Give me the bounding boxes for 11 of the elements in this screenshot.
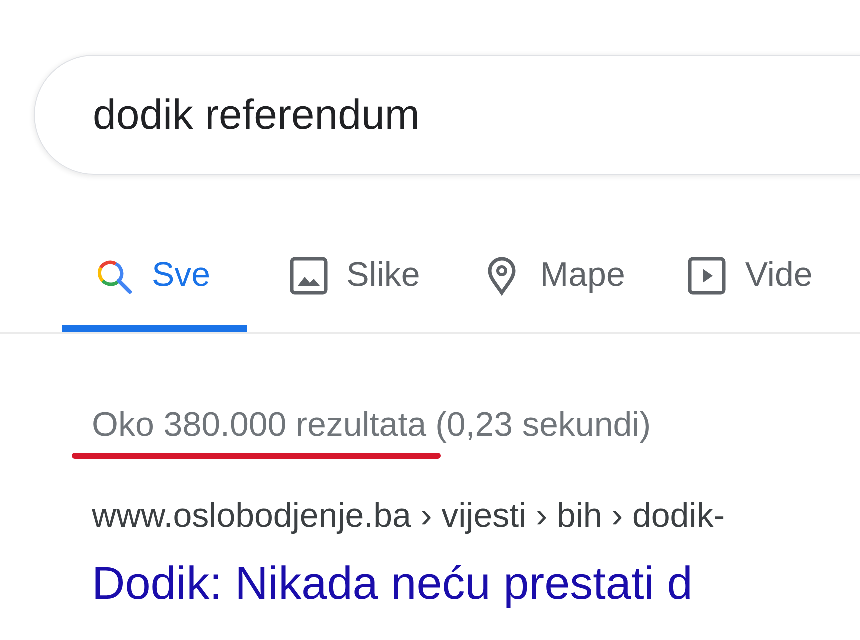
search-tab[interactable]: Slike — [258, 238, 440, 332]
search-tab[interactable]: Mape — [452, 238, 646, 332]
result-title-link[interactable]: Dodik: Nikada neću prestati d — [92, 556, 860, 610]
search-time: (0,23 sekundi) — [436, 406, 652, 445]
search-query: dodik referendum — [93, 91, 420, 139]
image-icon — [288, 256, 329, 296]
search-tab[interactable]: Vide — [657, 238, 833, 332]
result-count: Oko 380.000 rezultata — [92, 406, 427, 444]
search-field[interactable]: dodik referendum — [34, 55, 860, 175]
result-url: www.oslobodjenje.ba › vijesti › bih › dodik- — [92, 497, 726, 536]
play-icon — [687, 256, 728, 296]
